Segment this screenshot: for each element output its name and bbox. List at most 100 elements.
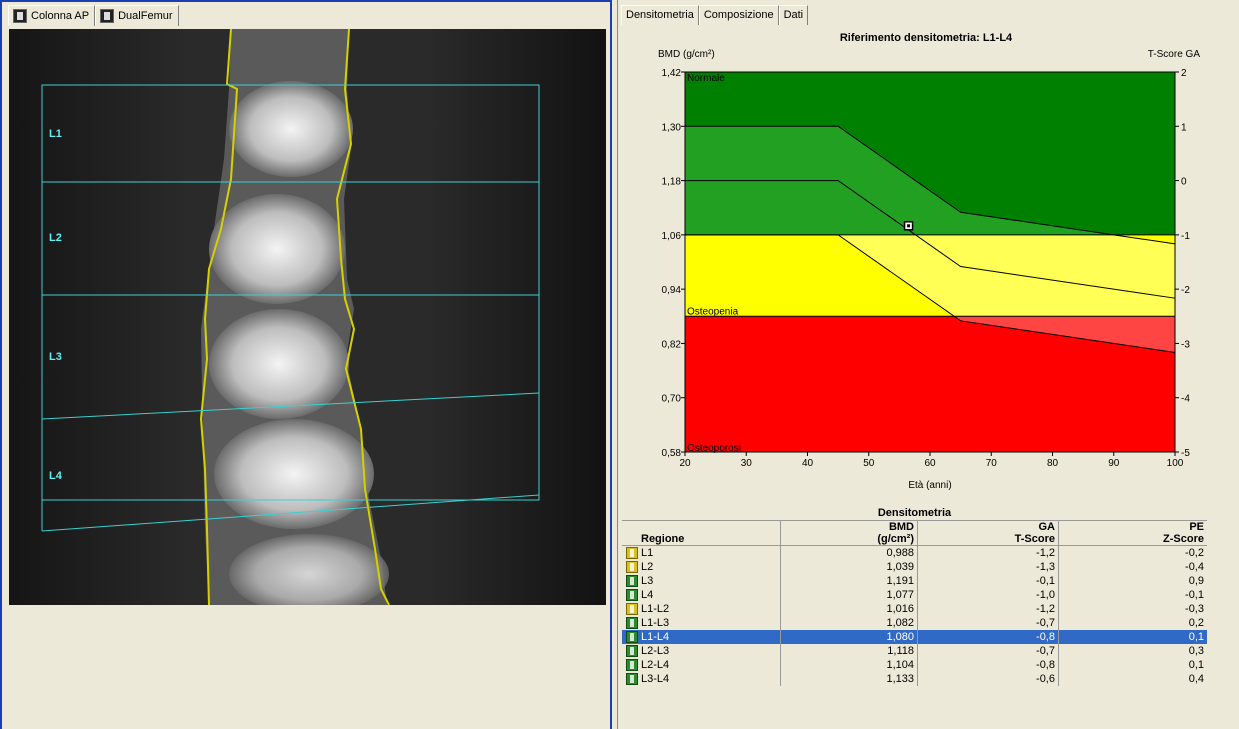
y-tick-label: 0,70 — [662, 394, 682, 405]
y2-tick-label: -5 — [1181, 448, 1190, 459]
cell-tscore: -0,7 — [917, 644, 1059, 658]
region-label: L1-L3 — [641, 617, 670, 629]
cell-region: L1-L3 — [622, 616, 781, 630]
y2-tick-label: -1 — [1181, 231, 1190, 242]
cell-bmd: 1,104 — [780, 658, 918, 672]
y-tick-label: 1,30 — [662, 122, 682, 133]
cell-tscore: -0,8 — [917, 630, 1059, 644]
spine-icon — [13, 9, 27, 23]
table-header-row: Regione BMD (g/cm²) GA T-Score PE Z-Score — [622, 520, 1207, 546]
tab-colonna-ap[interactable]: Colonna AP — [8, 5, 96, 26]
cell-tscore: -1,0 — [917, 588, 1059, 602]
region-label: L2-L4 — [641, 659, 670, 671]
region-label: L1 — [641, 547, 654, 559]
y-tick-label: 1,18 — [662, 177, 682, 188]
cell-zscore: -0,2 — [1058, 545, 1207, 560]
cell-bmd: 1,080 — [780, 630, 918, 644]
vertebra-status-icon — [626, 547, 638, 560]
cell-tscore: -0,6 — [917, 672, 1059, 686]
cell-bmd: 1,118 — [780, 644, 918, 658]
region-label: L2-L3 — [641, 645, 670, 657]
vertebra-status-icon — [626, 631, 638, 644]
cell-bmd: 1,191 — [780, 574, 918, 588]
scan-svg: L1 L2 L3 L4 — [9, 29, 606, 605]
table-row[interactable]: L4 1,077 -1,0 -0,1 — [622, 588, 1207, 602]
vertebra-l2 — [209, 194, 345, 304]
chart-svg: Riferimento densitometria: L1-L4 BMD (g/… — [658, 32, 1201, 491]
x-tick-label: 20 — [679, 458, 691, 469]
chart-zones: Normale Osteopenia Osteoporosi — [684, 71, 1176, 454]
roi-label-l2: L2 — [49, 232, 62, 244]
cell-tscore: -0,8 — [917, 658, 1059, 672]
y-tick-label: 0,94 — [662, 285, 682, 296]
vertebra-status-icon — [626, 645, 638, 658]
densitometry-table: Regione BMD (g/cm²) GA T-Score PE Z-Score L… — [622, 520, 1207, 686]
y-axis-label: BMD (g/cm²) — [658, 49, 715, 60]
table-title: Densitometria — [877, 507, 952, 519]
table-row[interactable]: L2-L4 1,104 -0,8 0,1 — [622, 658, 1207, 672]
table-row[interactable]: L2 1,039 -1,3 -0,4 — [622, 560, 1207, 574]
header-bmd-line2: (g/cm²) — [877, 533, 914, 545]
x-tick-label: 30 — [741, 458, 753, 469]
scan-panel: Colonna AP DualFemur L1 L2 L3 L4 — [0, 0, 612, 729]
region-label: L1-L2 — [641, 603, 670, 615]
table-row[interactable]: L1-L3 1,082 -0,7 0,2 — [622, 616, 1207, 630]
cell-region: L1-L4 — [622, 630, 781, 644]
cell-zscore: 0,4 — [1058, 672, 1207, 686]
x-tick-label: 60 — [924, 458, 936, 469]
spine-scan-image[interactable]: L1 L2 L3 L4 — [9, 29, 606, 605]
header-zscore: PE Z-Score — [1058, 520, 1207, 546]
tab-label: Colonna AP — [31, 10, 90, 22]
cell-zscore: 0,1 — [1058, 658, 1207, 672]
cell-bmd: 1,133 — [780, 672, 918, 686]
region-label: L1-L4 — [641, 631, 670, 643]
cell-bmd: 1,082 — [780, 616, 918, 630]
zone-label-0: Normale — [687, 73, 725, 84]
region-label: L4 — [641, 589, 654, 601]
y-tick-label: 0,58 — [662, 448, 682, 459]
cell-tscore: -0,1 — [917, 574, 1059, 588]
cell-tscore: -0,7 — [917, 616, 1059, 630]
x-tick-label: 40 — [802, 458, 814, 469]
chart-title: Riferimento densitometria: L1-L4 — [840, 32, 1013, 44]
table-row[interactable]: L3 1,191 -0,1 0,9 — [622, 574, 1207, 588]
cell-tscore: -1,2 — [917, 602, 1059, 616]
y2-tick-label: 2 — [1181, 68, 1187, 79]
x-axis-label: Età (anni) — [908, 480, 951, 491]
tab-label: DualFemur — [118, 10, 173, 22]
region-label: L3 — [641, 575, 654, 587]
cell-zscore: -0,1 — [1058, 588, 1207, 602]
table-row[interactable]: L1-L2 1,016 -1,2 -0,3 — [622, 602, 1207, 616]
y2-axis-label: T-Score GA — [1148, 49, 1201, 60]
header-t-line1: GA — [1038, 521, 1056, 533]
cell-region: L4 — [622, 588, 781, 602]
y2-tick-label: -4 — [1181, 394, 1190, 405]
y-tick-label: 1,06 — [662, 231, 682, 242]
tab-dualfemur[interactable]: DualFemur — [95, 5, 179, 26]
x-tick-label: 90 — [1108, 458, 1120, 469]
table-row[interactable]: L2-L3 1,118 -0,7 0,3 — [622, 644, 1207, 658]
header-z-line1: PE — [1189, 521, 1204, 533]
region-label: L3-L4 — [641, 673, 670, 685]
table-row[interactable]: L1 0,988 -1,2 -0,2 — [622, 545, 1207, 561]
y2-tick-label: -2 — [1181, 285, 1190, 296]
table-row[interactable]: L1-L4 1,080 -0,8 0,1 — [622, 630, 1207, 644]
header-t-line2: T-Score — [1014, 533, 1055, 545]
x-tick-label: 70 — [986, 458, 998, 469]
y-tick-label: 1,42 — [662, 68, 682, 79]
scan-tabs: Colonna AP DualFemur — [8, 5, 179, 26]
cell-region: L3-L4 — [622, 672, 781, 686]
x-tick-label: 50 — [863, 458, 875, 469]
femur-icon — [100, 9, 115, 23]
y2-tick-label: 0 — [1181, 177, 1187, 188]
cell-region: L1 — [622, 546, 781, 561]
vertebra-l1 — [229, 81, 353, 177]
vertebra-status-icon — [626, 603, 638, 616]
table-row[interactable]: L3-L4 1,133 -0,6 0,4 — [622, 672, 1207, 686]
reference-chart: Riferimento densitometria: L1-L4 BMD (g/… — [617, 0, 1239, 500]
vertebra-status-icon — [626, 673, 638, 686]
y2-tick-label: -3 — [1181, 339, 1190, 350]
patient-point-center — [907, 224, 911, 228]
header-z-line2: Z-Score — [1163, 533, 1204, 545]
cell-zscore: 0,2 — [1058, 616, 1207, 630]
